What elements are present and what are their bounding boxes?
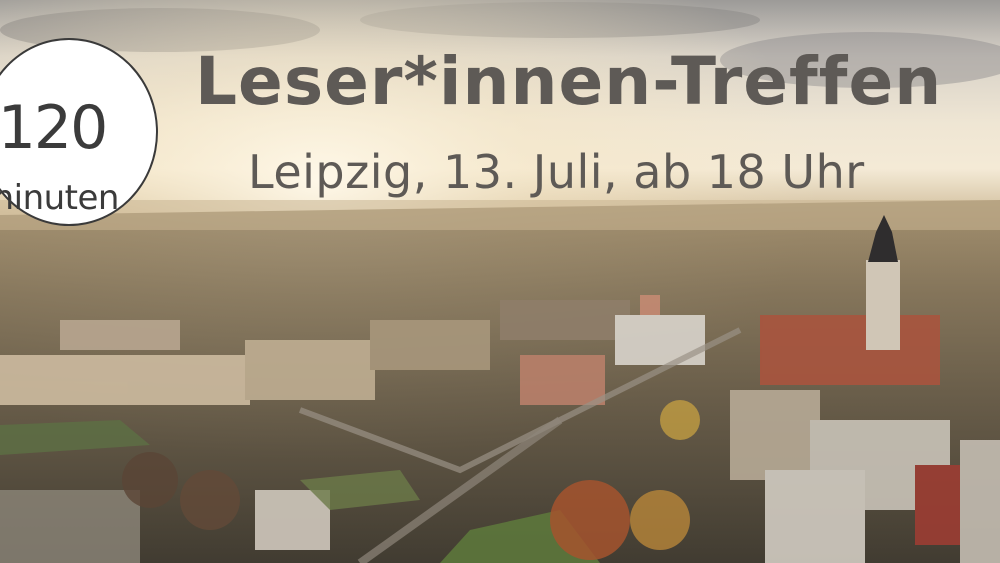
event-title: Leser*innen-Treffen	[195, 43, 943, 120]
event-banner: 120 minuten Leser*innen-Treffen Leipzig,…	[0, 0, 1000, 563]
duration-unit: minuten	[0, 178, 119, 218]
duration-number: 120	[0, 93, 108, 163]
event-subtitle: Leipzig, 13. Juli, ab 18 Uhr	[248, 145, 865, 199]
